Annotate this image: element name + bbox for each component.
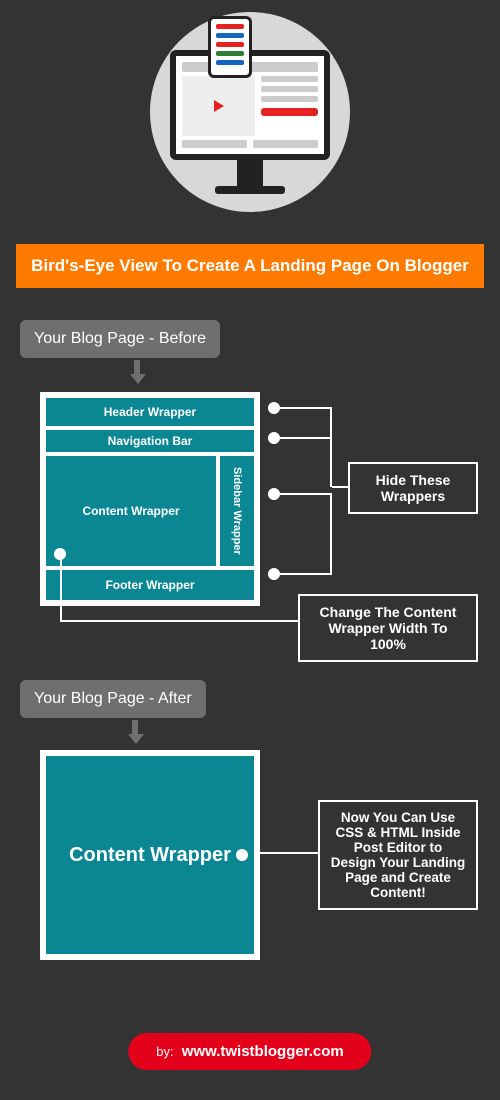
connector-line bbox=[260, 852, 318, 854]
block-content-wrapper: Content Wrapper bbox=[46, 456, 216, 566]
connector-line bbox=[332, 486, 348, 488]
block-footer-wrapper: Footer Wrapper bbox=[46, 570, 254, 600]
connector-dot bbox=[268, 402, 280, 414]
connector-dot bbox=[268, 432, 280, 444]
block-content-wrapper-full: Content Wrapper bbox=[46, 756, 254, 954]
callout-change-width: Change The Content Wrapper Width To 100% bbox=[298, 594, 478, 662]
diagram-after: Content Wrapper bbox=[40, 750, 260, 960]
callout-design-content: Now You Can Use CSS & HTML Inside Post E… bbox=[318, 800, 478, 910]
arrow-down-icon bbox=[128, 720, 142, 742]
block-navigation-bar: Navigation Bar bbox=[46, 430, 254, 452]
connector-line bbox=[280, 437, 332, 439]
block-content-label: Content Wrapper bbox=[69, 844, 231, 867]
block-sidebar-wrapper: Sidebar Wrapper bbox=[220, 456, 254, 566]
connector-dot bbox=[268, 488, 280, 500]
block-header-wrapper: Header Wrapper bbox=[46, 398, 254, 426]
connector-dot bbox=[236, 849, 248, 861]
phone-icon bbox=[208, 16, 252, 78]
credit-site: www.twistblogger.com bbox=[182, 1043, 344, 1060]
hero-illustration bbox=[150, 12, 350, 212]
connector-line bbox=[60, 620, 298, 622]
page-title: Bird's-Eye View To Create A Landing Page… bbox=[16, 244, 484, 288]
credit-badge: by: www.twistblogger.com bbox=[128, 1033, 371, 1070]
block-content-label: Content Wrapper bbox=[82, 504, 179, 518]
connector-line bbox=[280, 573, 330, 575]
connector-line bbox=[330, 407, 332, 487]
connector-line bbox=[330, 493, 332, 575]
play-icon bbox=[214, 100, 224, 112]
diagram-before: Header Wrapper Navigation Bar Content Wr… bbox=[40, 392, 260, 606]
label-after: Your Blog Page - After bbox=[20, 680, 206, 718]
label-before: Your Blog Page - Before bbox=[20, 320, 220, 358]
credit-by: by: bbox=[156, 1044, 173, 1059]
callout-hide-wrappers: Hide These Wrappers bbox=[348, 462, 478, 514]
arrow-down-icon bbox=[130, 360, 144, 382]
connector-line bbox=[280, 493, 332, 495]
connector-dot bbox=[268, 568, 280, 580]
connector-line bbox=[280, 407, 330, 409]
connector-line bbox=[60, 550, 62, 620]
